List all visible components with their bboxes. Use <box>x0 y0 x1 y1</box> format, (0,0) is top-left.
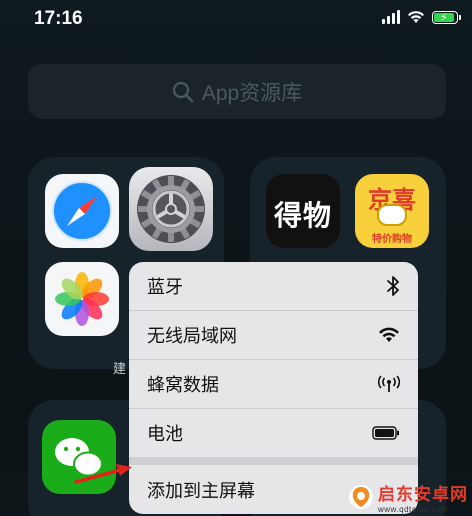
jingxi-subtitle: 特价购物 <box>372 234 412 245</box>
search-placeholder: App资源库 <box>201 81 303 105</box>
dewu-app[interactable]: 得物 <box>266 174 340 248</box>
photos-app[interactable] <box>45 262 119 336</box>
status-icons: ⚡ <box>382 10 461 24</box>
signal-icon <box>382 10 400 24</box>
bluetooth-icon <box>387 276 399 296</box>
search-icon <box>172 81 194 102</box>
battery-status-icon: ⚡ <box>432 10 461 24</box>
watermark-url: www.qdtaiao.com <box>378 505 449 514</box>
app-library-search[interactable]: App资源库 <box>28 64 446 119</box>
menu-item-wifi[interactable]: 无线局域网 <box>129 311 418 359</box>
battery-icon <box>372 426 399 440</box>
wifi-status-icon <box>408 11 424 23</box>
watermark-logo-icon <box>349 485 373 509</box>
wifi-icon <box>379 327 399 342</box>
menu-item-label: 无线局域网 <box>147 326 237 346</box>
jingxi-dog-icon <box>377 204 407 226</box>
menu-item-label: 蓝牙 <box>147 277 183 297</box>
menu-section-gap <box>129 457 418 465</box>
menu-item-cellular[interactable]: 蜂窝数据 <box>129 360 418 408</box>
menu-item-label: 电池 <box>147 424 183 444</box>
settings-app[interactable] <box>129 167 213 251</box>
menu-item-label: 蜂窝数据 <box>147 375 219 395</box>
dewu-logo-text: 得物 <box>273 200 332 231</box>
menu-item-battery[interactable]: 电池 <box>129 409 418 457</box>
settings-quick-actions-menu: 蓝牙 无线局域网 蜂窝数据 电池 添加到主屏幕 <box>129 262 418 514</box>
menu-item-label: 添加到主屏幕 <box>147 480 255 501</box>
gear-icon <box>137 175 205 243</box>
watermark-text: 启东安卓网 <box>378 485 468 504</box>
photos-flower-icon <box>55 272 109 326</box>
annotation-arrow <box>74 464 132 484</box>
cellular-icon <box>378 375 400 392</box>
jingxi-app[interactable]: 京喜 特价购物 <box>355 174 429 248</box>
status-time: 17:16 <box>34 8 83 29</box>
compass-icon <box>52 181 112 241</box>
menu-item-bluetooth[interactable]: 蓝牙 <box>129 262 418 310</box>
watermark: 启东安卓网 www.qdtaiao.com <box>348 480 468 514</box>
folder-caption: 建 <box>113 361 127 376</box>
safari-app[interactable] <box>45 174 119 248</box>
